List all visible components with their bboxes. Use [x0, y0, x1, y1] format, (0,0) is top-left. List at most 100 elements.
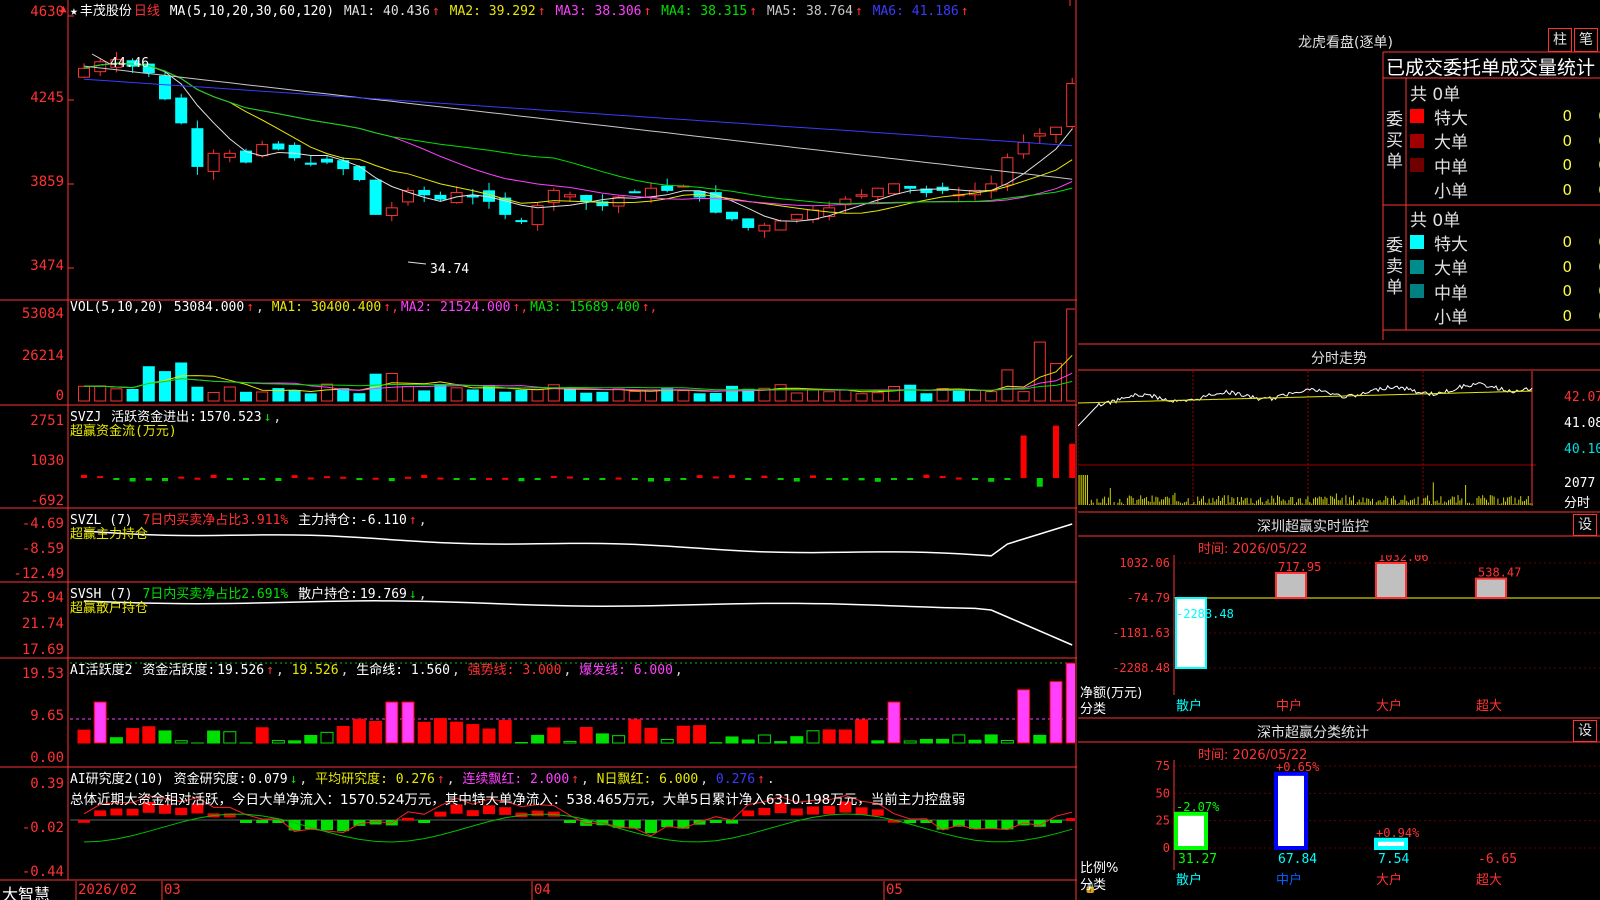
- fund-flow-bar: [583, 478, 590, 480]
- volume-bar: [1017, 391, 1030, 402]
- research-bar: [936, 820, 949, 830]
- buy-side-label: 委买单: [1386, 110, 1403, 172]
- vol-ma-5: [83, 354, 1073, 393]
- activity-bar: [401, 701, 415, 744]
- volume-bar: [304, 393, 317, 402]
- net-amount-bar: [1475, 577, 1507, 600]
- row-label: 中单: [1434, 283, 1468, 304]
- ytick-label: -1181.63: [1112, 626, 1170, 640]
- color-swatch: [1410, 308, 1424, 323]
- candlestick-plot[interactable]: [70, 0, 1075, 300]
- svzl-subtitle: 超赢主力持仓: [70, 527, 149, 542]
- candle-body: [385, 207, 398, 217]
- svzj-subtitle: 超赢资金流(万元): [70, 424, 177, 439]
- ratio-chart[interactable]: 75 50 25 0 -2.07% 31.27 散户 +0.65% 67.84 中户 +0.94% 7…: [1078, 760, 1600, 900]
- candle-body: [904, 185, 917, 189]
- minute-chart[interactable]: [1078, 371, 1536, 511]
- research-bar: [418, 820, 431, 823]
- activity-bar: [790, 736, 804, 744]
- activity-bar: [417, 721, 431, 744]
- activity-bar: [579, 727, 593, 744]
- air-def: AI研究度2(10): [70, 772, 164, 787]
- ytick: 26214: [21, 348, 64, 364]
- research-bar: [758, 807, 771, 816]
- tick-mode-button[interactable]: 笔: [1574, 28, 1598, 52]
- ma-dir-arrow: ↑: [537, 4, 546, 19]
- ytick: 25.94: [21, 590, 64, 606]
- scroll-up-icon[interactable]: ▲: [60, 2, 67, 15]
- change-label: +0.65%: [1276, 760, 1320, 774]
- research-bar: [402, 817, 414, 821]
- air-last: 0.276: [715, 772, 756, 787]
- period-label[interactable]: 日线: [134, 4, 160, 19]
- candle-body: [159, 75, 171, 100]
- fund-flow-bar: [388, 478, 395, 482]
- color-swatch: [1410, 235, 1424, 249]
- volume-bar: [628, 390, 641, 402]
- fund-flow-bar: [793, 478, 800, 482]
- fund-flow-bar: [421, 474, 428, 478]
- volume-bar: [839, 389, 852, 402]
- sz-stats-settings-button[interactable]: 设: [1573, 720, 1597, 742]
- activity-bar: [1065, 662, 1075, 744]
- activity-bar: [142, 726, 156, 744]
- vol-def: VOL(5,10,20): [70, 300, 164, 315]
- volume-plot[interactable]: [70, 301, 1075, 405]
- fund-flow-bar: [437, 477, 444, 480]
- volume-bar: [823, 391, 836, 402]
- minute-unit-label: 分时: [1564, 496, 1591, 511]
- sz-monitor-settings-button[interactable]: 设: [1573, 514, 1597, 536]
- ytick: -0.44: [21, 864, 64, 880]
- candle-body: [564, 194, 576, 198]
- bar-mode-button[interactable]: 柱: [1548, 28, 1572, 52]
- activity-bar: [369, 721, 383, 744]
- vol-ma-legend-item: MA1: 30400.400: [271, 300, 382, 315]
- ai2-value2: 19.526: [291, 663, 339, 678]
- candle-body: [434, 194, 447, 200]
- activity-bar: [1017, 689, 1031, 744]
- activity-bar: [774, 741, 788, 744]
- ytick: 0.39: [30, 776, 64, 792]
- ytick-label: 75: [1156, 760, 1170, 773]
- ytick: 9.65: [30, 708, 64, 724]
- stock-name[interactable]: 丰茂股份: [80, 4, 132, 19]
- sell-total: 共 0单: [1410, 210, 1461, 231]
- fund-flow-bar: [372, 477, 379, 480]
- volume-bar: [402, 385, 414, 402]
- activity-bar: [838, 729, 852, 744]
- candle-body: [888, 183, 900, 195]
- ma-line-120: [83, 78, 1073, 147]
- fund-flow-bar: [81, 474, 87, 478]
- kline-chart-area[interactable]: ★ 丰茂股份 日线 MA(5,10,20,30,60,120) MA1: 40.43…: [0, 0, 1096, 900]
- value-label: 1032.06: [1378, 555, 1429, 564]
- air-avg: 平均研究度: 0.276: [315, 772, 435, 787]
- air-summary: 总体近期大资金相对活跃，今日大单净流入：1570.524万元，其中特大单净流入：…: [70, 792, 966, 808]
- ytick: 19.53: [21, 666, 64, 682]
- activity-bar: [433, 718, 447, 744]
- vol-header: VOL(5,10,20) 53084.000 ↑, MA1: 30400.400 ↑…: [70, 300, 658, 315]
- svzl-label: 主力持仓:: [298, 513, 358, 528]
- candle-body: [807, 209, 819, 220]
- ai2-strongline: 强势线: 3.000: [467, 663, 562, 678]
- category-label: 散户: [1176, 872, 1202, 888]
- row-count: 0: [1562, 257, 1572, 276]
- category-label: 超大: [1476, 699, 1502, 714]
- volume-bar: [223, 386, 236, 402]
- activity-bar: [936, 738, 950, 744]
- fund-flow-bar: [307, 477, 314, 480]
- activity-bar: [952, 734, 966, 744]
- activity-bar: [612, 735, 626, 744]
- minute-tick: 41.08: [1564, 416, 1600, 431]
- activity-bar: [855, 719, 869, 744]
- fund-flow-bar: [777, 478, 784, 480]
- sz-monitor-title: 深圳超赢实时监控: [1257, 519, 1369, 535]
- minute-tick: 42.07: [1564, 390, 1600, 405]
- candle-body: [1033, 133, 1046, 137]
- ytick-label: 0: [1163, 841, 1170, 855]
- net-amount-chart[interactable]: 1032.06 -74.79 -1181.63 -2288.48 -2288.48 散户 7…: [1078, 555, 1600, 717]
- candle-body: [256, 144, 269, 157]
- color-swatch: [1410, 284, 1424, 298]
- row-count: 0: [1562, 131, 1572, 150]
- row-label: 小单: [1434, 182, 1468, 202]
- ytick-label: -74.79: [1127, 591, 1170, 605]
